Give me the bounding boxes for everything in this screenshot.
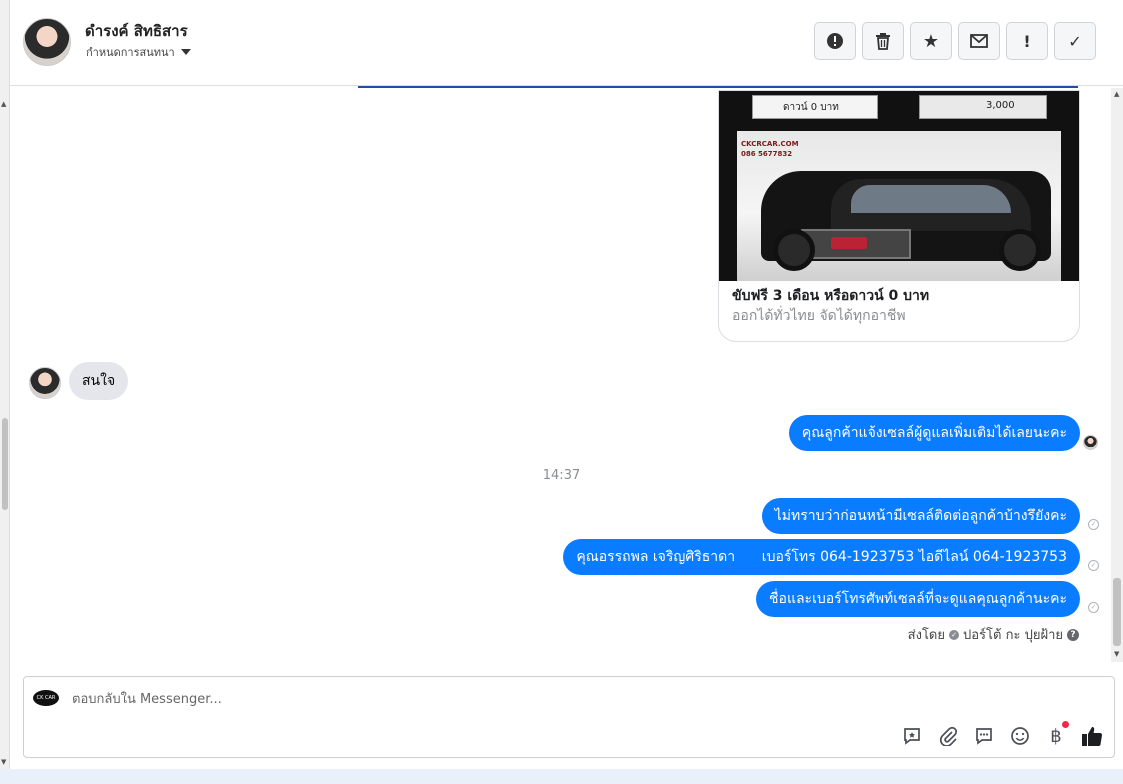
outgoing-message[interactable]: ชื่อและเบอร์โทรศัพท์เซลล์ที่จะดูแลคุณลูก… xyxy=(756,581,1080,617)
mail-icon xyxy=(970,34,988,48)
mark-spam-button[interactable] xyxy=(814,22,856,60)
bottom-strip xyxy=(0,769,1123,784)
scroll-down-arrow-icon[interactable]: ▼ xyxy=(1,758,6,766)
outgoing-message[interactable]: ไม่ทราบว่าก่อนหน้ามีเซลล์ติดต่อลูกค้าบ้า… xyxy=(761,498,1080,534)
sent-by-prefix: ส่งโดย xyxy=(907,628,945,643)
caret-down-icon xyxy=(180,49,191,55)
post-subtitle: ออกได้ทั่วไทย จัดได้ทุกอาชีพ xyxy=(732,308,906,324)
customer-avatar[interactable] xyxy=(29,367,61,399)
message-timestamp: 14:37 xyxy=(542,468,581,483)
saved-reply-icon xyxy=(904,728,920,745)
truck-wheel-front xyxy=(773,229,815,271)
follow-up-button[interactable]: ! xyxy=(1006,22,1048,60)
sent-check-icon: ✓ xyxy=(1088,602,1099,613)
post-title: ขับฟรี 3 เดือน หรือดาวน์ 0 บาท xyxy=(732,288,930,304)
sent-by-name[interactable]: ปอร์โต้ กะ ปุยฝ้าย xyxy=(963,624,1063,645)
delete-button[interactable] xyxy=(862,22,904,60)
dealer-logo: CKCRCAR.COM 086 5677832 xyxy=(741,140,799,158)
help-question-icon[interactable]: ? xyxy=(1067,628,1079,641)
shared-post-card[interactable]: ดาวน์ 0 บาท 3,000 CKCRCAR.COM 086 567783… xyxy=(718,90,1080,342)
mark-done-button[interactable]: ✓ xyxy=(1054,22,1096,60)
truck-photo: CKCRCAR.COM 086 5677832 xyxy=(737,131,1061,281)
quick-reply-button[interactable] xyxy=(973,725,995,747)
messenger-inbox-window: { "header": { "contact_name": "ดำรงค์ สิ… xyxy=(0,0,1123,784)
assign-conversation-dropdown[interactable]: กำหนดการสนทนา xyxy=(86,43,191,61)
sent-check-icon: ✓ xyxy=(1088,560,1099,571)
post-image[interactable]: ดาวน์ 0 บาท 3,000 CKCRCAR.COM 086 567783… xyxy=(719,91,1079,281)
conversation-header: ดำรงค์ สิทธิสาร กำหนดการสนทนา ★ ! ✓ xyxy=(10,0,1123,86)
message-scrollbar-thumb[interactable] xyxy=(1113,578,1121,646)
star-icon: ★ xyxy=(922,30,940,52)
payment-button[interactable]: ฿ xyxy=(1045,725,1067,747)
contact-avatar[interactable] xyxy=(23,18,71,66)
seen-avatar xyxy=(1083,435,1098,450)
emoji-button[interactable] xyxy=(1009,725,1031,747)
scroll-down-arrow-icon[interactable]: ▼ xyxy=(1114,650,1119,658)
payment-baht-icon: ฿ xyxy=(1050,725,1062,747)
left-scrollbar[interactable]: ▲ ▼ xyxy=(0,0,10,784)
reply-composer[interactable]: CK CAR ฿ xyxy=(23,676,1115,758)
saved-reply-button[interactable] xyxy=(901,725,923,747)
quick-reply-icon xyxy=(976,728,992,745)
notification-dot xyxy=(1062,721,1069,728)
attachment-icon xyxy=(939,726,958,746)
message-scrollbar[interactable]: ▲ ▼ xyxy=(1111,88,1123,662)
sent-check-icon: ✓ xyxy=(949,629,959,640)
done-check-icon: ✓ xyxy=(1068,31,1082,51)
like-icon xyxy=(1082,727,1103,746)
truck-badge xyxy=(831,237,867,249)
attachment-button[interactable] xyxy=(937,725,959,747)
like-button[interactable] xyxy=(1081,725,1103,747)
truck-window xyxy=(851,185,1011,213)
left-scrollbar-thumb[interactable] xyxy=(2,418,8,510)
page-logo: CK CAR xyxy=(33,690,59,706)
outgoing-message[interactable]: คุณอรรถพล เจริญศิริธาดา เบอร์โทร 064-192… xyxy=(563,539,1080,575)
ad-strip-left: ดาวน์ 0 บาท xyxy=(752,95,878,119)
outgoing-message[interactable]: คุณลูกค้าแจ้งเซลล์ผู้ดูแลเพิ่มเติมได้เลย… xyxy=(788,415,1080,451)
trash-icon xyxy=(876,33,890,50)
scroll-up-arrow-icon[interactable]: ▲ xyxy=(1,100,6,108)
assign-label: กำหนดการสนทนา xyxy=(86,46,175,59)
mark-unread-button[interactable] xyxy=(958,22,1000,60)
truck-wheel-rear xyxy=(999,229,1041,271)
spam-alert-icon xyxy=(827,33,843,49)
emoji-icon xyxy=(1011,727,1029,745)
reply-input[interactable] xyxy=(72,689,572,709)
follow-up-icon: ! xyxy=(1023,31,1031,51)
scroll-up-arrow-icon[interactable]: ▲ xyxy=(1114,90,1119,98)
star-button[interactable]: ★ xyxy=(910,22,952,60)
sent-check-icon: ✓ xyxy=(1088,519,1099,530)
contact-name[interactable]: ดำรงค์ สิทธิสาร xyxy=(85,19,188,43)
header-divider xyxy=(358,86,1078,88)
incoming-message[interactable]: สนใจ xyxy=(69,362,129,400)
sent-by-line: ส่งโดย ✓ ปอร์โต้ กะ ปุยฝ้าย ? xyxy=(908,624,1079,645)
ad-strip-right: 3,000 xyxy=(919,95,1047,119)
